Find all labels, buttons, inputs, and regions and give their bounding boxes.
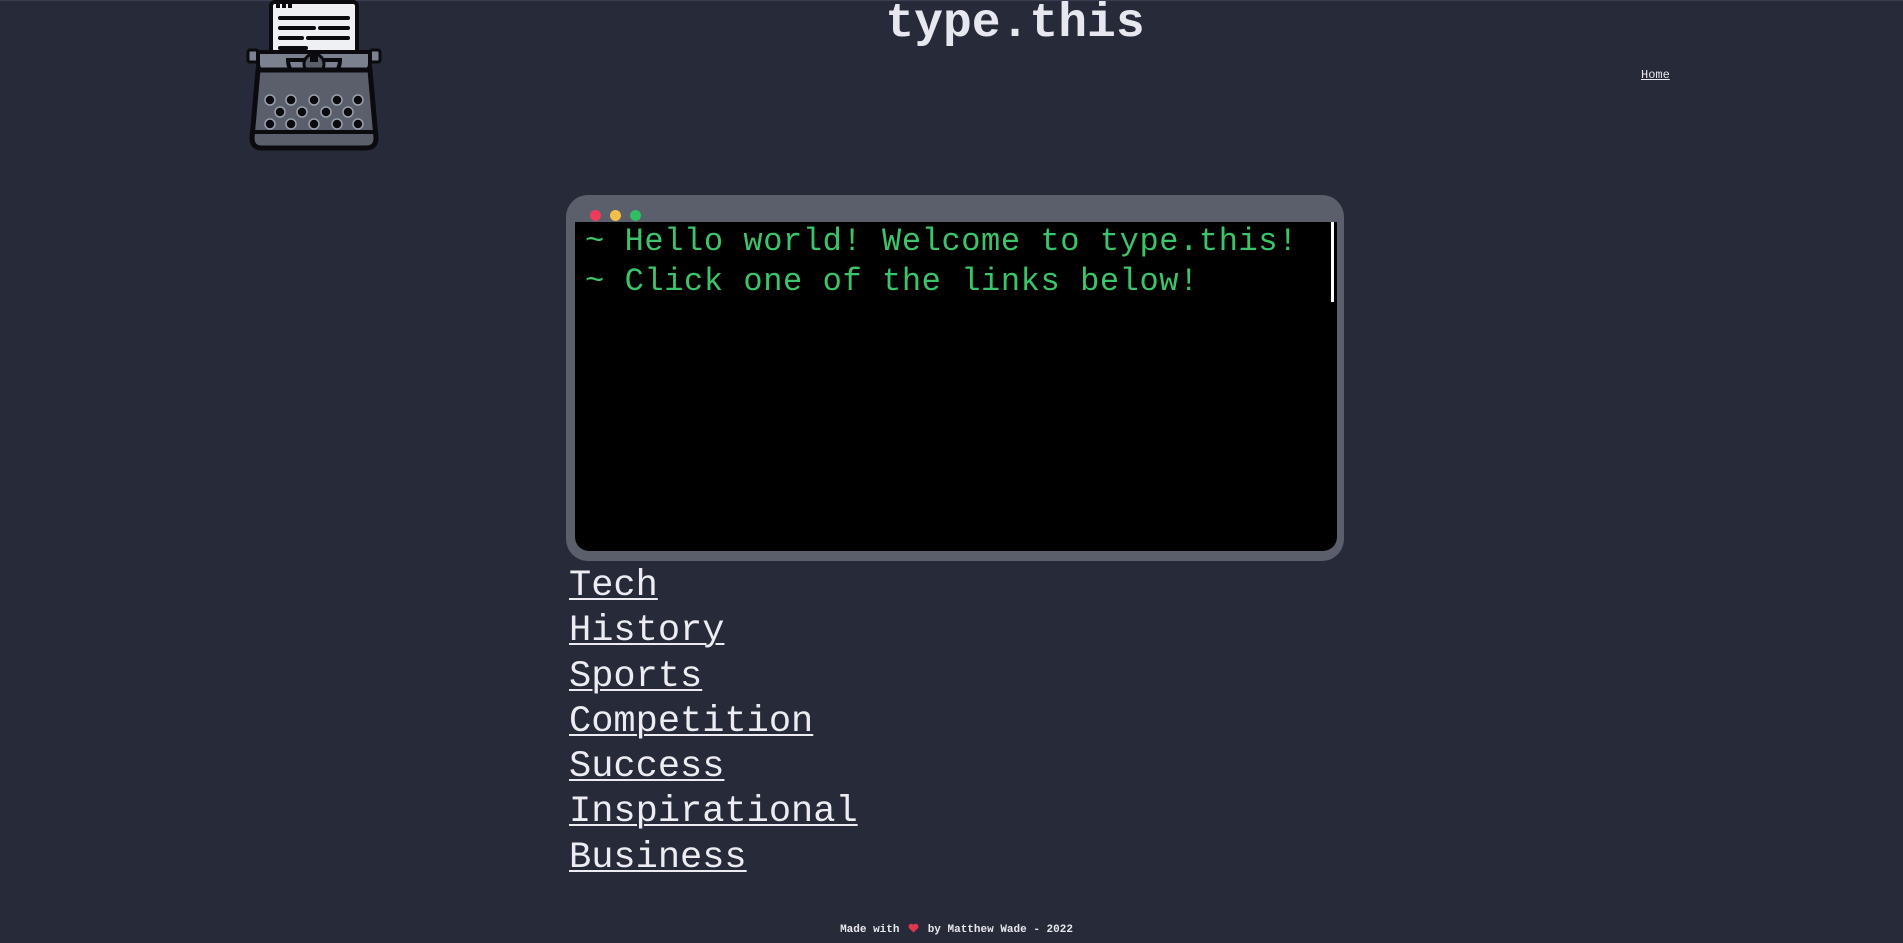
minimize-dot-icon — [610, 210, 621, 221]
maximize-dot-icon — [630, 210, 641, 221]
terminal-screen: ~ Hello world! Welcome to type.this! ~ C… — [575, 222, 1337, 551]
category-link-history[interactable]: History — [569, 610, 724, 652]
list-item: History — [569, 608, 858, 653]
close-dot-icon — [590, 210, 601, 221]
site-title: type.this — [885, 0, 1145, 51]
terminal-window: ~ Hello world! Welcome to type.this! ~ C… — [566, 195, 1344, 561]
list-item: Competition — [569, 699, 858, 744]
category-link-business[interactable]: Business — [569, 837, 747, 879]
list-item: Success — [569, 744, 858, 789]
category-links: Tech History Sports Competition Success … — [569, 563, 858, 880]
category-link-tech[interactable]: Tech — [569, 565, 658, 607]
category-link-sports[interactable]: Sports — [569, 656, 702, 698]
list-item: Inspirational — [569, 789, 858, 834]
list-item: Business — [569, 835, 858, 880]
heart-icon — [908, 923, 919, 933]
footer-prefix: Made with — [840, 924, 900, 936]
footer: Made with by Matthew Wade - 2022 — [0, 923, 1903, 936]
list-item: Tech — [569, 563, 858, 608]
footer-suffix: by Matthew Wade - 2022 — [927, 924, 1073, 936]
nav-home-link[interactable]: Home — [1641, 68, 1670, 82]
terminal-line: ~ Click one of the links below! — [585, 263, 1199, 300]
list-item: Sports — [569, 654, 858, 699]
category-link-success[interactable]: Success — [569, 746, 724, 788]
terminal-scrollbar[interactable] — [1331, 222, 1334, 302]
category-link-competition[interactable]: Competition — [569, 701, 813, 743]
terminal-line: ~ Hello world! Welcome to type.this! — [585, 223, 1298, 260]
category-link-inspirational[interactable]: Inspirational — [569, 791, 858, 833]
